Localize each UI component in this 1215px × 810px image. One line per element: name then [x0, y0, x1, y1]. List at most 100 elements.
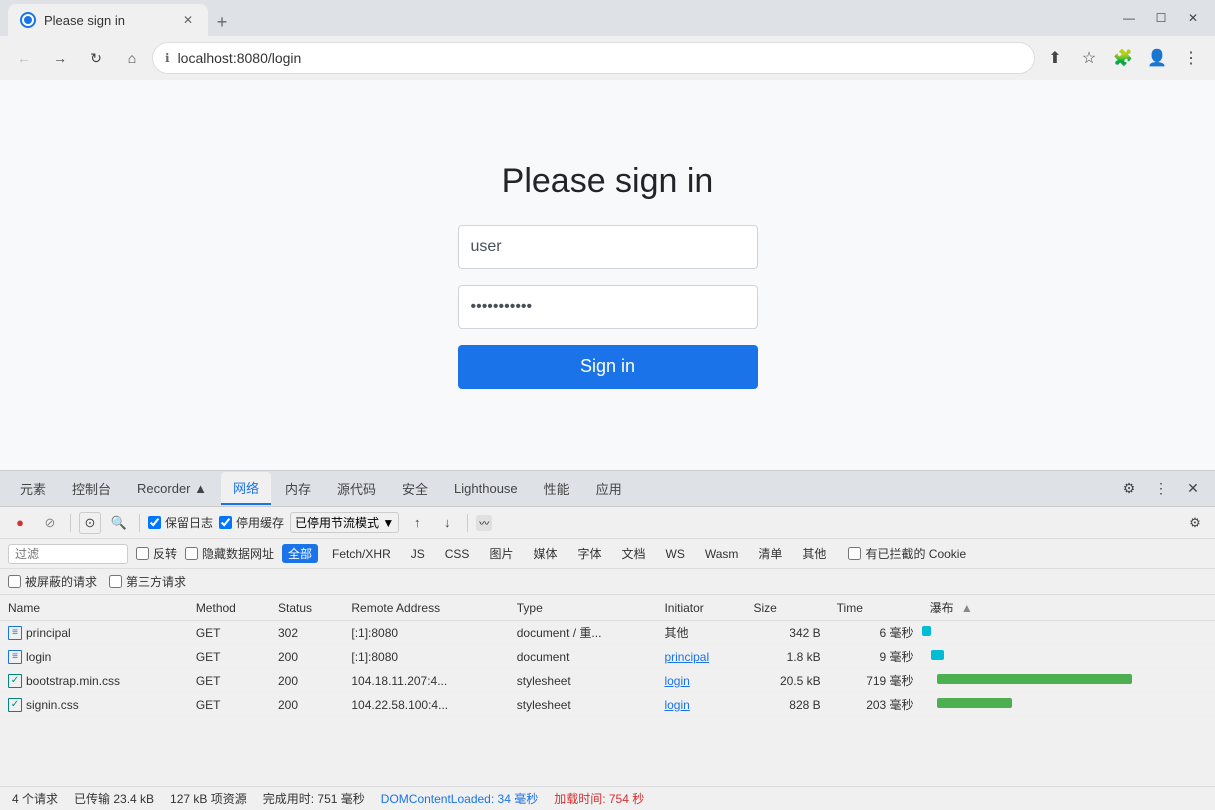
table-row[interactable]: ≡ login GET 200 [:1]:8080 document princ…	[0, 645, 1215, 669]
record-button[interactable]: ●	[8, 511, 32, 535]
tab-lighthouse[interactable]: Lighthouse	[442, 475, 530, 502]
active-tab[interactable]: Please sign in ✕	[8, 4, 208, 36]
bookmark-button[interactable]: ☆	[1073, 42, 1105, 74]
home-button[interactable]: ⌂	[116, 42, 148, 74]
reload-button[interactable]: ↻	[80, 42, 112, 74]
cell-initiator: principal	[656, 645, 745, 669]
col-time[interactable]: Time	[829, 595, 922, 621]
minimize-button[interactable]: —	[1115, 4, 1143, 32]
address-text: localhost:8080/login	[178, 50, 302, 66]
col-status[interactable]: Status	[270, 595, 343, 621]
page-content: Please sign in Sign in	[0, 80, 1215, 470]
back-button[interactable]: ←	[8, 42, 40, 74]
file-icon: ✓	[8, 698, 22, 712]
disable-cache-checkbox[interactable]: 停用缓存	[219, 514, 284, 531]
filter-doc-chip[interactable]: 文档	[615, 544, 651, 563]
close-button[interactable]: ✕	[1179, 4, 1207, 32]
upload-button[interactable]: ↑	[405, 511, 429, 535]
cell-name: ✓ bootstrap.min.css	[0, 669, 188, 693]
search-button[interactable]: 🔍	[107, 511, 131, 535]
filter-font-chip[interactable]: 字体	[571, 544, 607, 563]
devtools-more-button[interactable]: ⋮	[1147, 475, 1175, 503]
wifi-icon[interactable]: 〰	[476, 515, 492, 531]
network-settings-button[interactable]: ⚙	[1183, 511, 1207, 535]
filter-img-chip[interactable]: 图片	[483, 544, 519, 563]
initiator-link[interactable]: login	[664, 698, 689, 712]
col-type[interactable]: Type	[509, 595, 657, 621]
initiator-link[interactable]: login	[664, 674, 689, 688]
address-bar[interactable]: ℹ localhost:8080/login	[152, 42, 1035, 74]
blocked-cookies-checkbox[interactable]: 有已拦截的 Cookie	[848, 545, 966, 562]
tab-security[interactable]: 安全	[390, 473, 440, 504]
profile-button[interactable]: 👤	[1141, 42, 1173, 74]
page-title: Please sign in	[502, 162, 714, 201]
table-row[interactable]: ✓ signin.css GET 200 104.22.58.100:4... …	[0, 693, 1215, 717]
tab-recorder[interactable]: Recorder ▲	[125, 475, 219, 502]
cell-status: 200	[270, 669, 343, 693]
requests-count: 4 个请求	[12, 790, 58, 807]
col-initiator[interactable]: Initiator	[656, 595, 745, 621]
preserve-log-checkbox[interactable]: 保留日志	[148, 514, 213, 531]
filter-media-chip[interactable]: 媒体	[527, 544, 563, 563]
blocked-requests-checkbox[interactable]: 被屏蔽的请求	[8, 573, 97, 590]
finish-time: 完成用时: 751 毫秒	[263, 790, 365, 807]
browser-titlebar: Please sign in ✕ + — ☐ ✕	[0, 0, 1215, 36]
third-party-checkbox[interactable]: 第三方请求	[109, 573, 186, 590]
tab-elements[interactable]: 元素	[8, 473, 58, 504]
tab-application[interactable]: 应用	[584, 473, 634, 504]
filter-wasm-chip[interactable]: Wasm	[699, 546, 745, 562]
password-input[interactable]	[458, 285, 758, 329]
new-tab-button[interactable]: +	[208, 8, 236, 36]
tab-sources[interactable]: 源代码	[325, 473, 388, 504]
stop-button[interactable]: ⊘	[38, 511, 62, 535]
devtools-close-button[interactable]: ✕	[1179, 475, 1207, 503]
tab-memory[interactable]: 内存	[273, 473, 323, 504]
tab-console[interactable]: 控制台	[60, 473, 123, 504]
filter-all-chip[interactable]: 全部	[282, 544, 318, 563]
filter-manifest-chip[interactable]: 清单	[752, 544, 788, 563]
devtools-settings-button[interactable]: ⚙	[1115, 475, 1143, 503]
filter-toggle-button[interactable]: ⊙	[79, 512, 101, 534]
sign-in-button[interactable]: Sign in	[458, 345, 758, 389]
username-input[interactable]	[458, 225, 758, 269]
col-remote[interactable]: Remote Address	[343, 595, 508, 621]
cell-name: ≡ principal	[0, 621, 188, 645]
filter-xhr-chip[interactable]: Fetch/XHR	[326, 546, 397, 562]
cell-type: stylesheet	[509, 693, 657, 717]
extensions-button[interactable]: 🧩	[1107, 42, 1139, 74]
download-button[interactable]: ↓	[435, 511, 459, 535]
browser-toolbar: ← → ↻ ⌂ ℹ localhost:8080/login ⬆ ☆ 🧩 👤 ⋮	[0, 36, 1215, 80]
table-row[interactable]: ✓ bootstrap.min.css GET 200 104.18.11.20…	[0, 669, 1215, 693]
cell-method: GET	[188, 645, 270, 669]
cell-size: 20.5 kB	[745, 669, 828, 693]
maximize-button[interactable]: ☐	[1147, 4, 1175, 32]
hide-data-urls-checkbox[interactable]: 隐藏数据网址	[185, 545, 274, 562]
initiator-text: 其他	[664, 626, 688, 640]
cell-method: GET	[188, 693, 270, 717]
cell-size: 342 B	[745, 621, 828, 645]
cell-remote: 104.22.58.100:4...	[343, 693, 508, 717]
initiator-link[interactable]: principal	[664, 650, 709, 664]
invert-checkbox[interactable]: 反转	[136, 545, 177, 562]
col-waterfall[interactable]: 瀑布 ▲	[922, 595, 1215, 621]
toolbar-actions: ⬆ ☆ 🧩 👤 ⋮	[1039, 42, 1207, 74]
filter-css-chip[interactable]: CSS	[439, 546, 476, 562]
tab-close-button[interactable]: ✕	[180, 12, 196, 28]
tab-network[interactable]: 网络	[221, 472, 271, 505]
network-table: Name Method Status Remote Address Type I…	[0, 595, 1215, 786]
table-row[interactable]: ≡ principal GET 302 [:1]:8080 document /…	[0, 621, 1215, 645]
filter-input[interactable]	[8, 544, 128, 564]
cell-waterfall	[922, 621, 1215, 645]
forward-button[interactable]: →	[44, 42, 76, 74]
share-button[interactable]: ⬆	[1039, 42, 1071, 74]
filter-js-chip[interactable]: JS	[405, 546, 431, 562]
col-name[interactable]: Name	[0, 595, 188, 621]
menu-button[interactable]: ⋮	[1175, 42, 1207, 74]
throttle-select[interactable]: 已停用节流模式 ▼	[290, 512, 399, 533]
filter-ws-chip[interactable]: WS	[660, 546, 691, 562]
col-size[interactable]: Size	[745, 595, 828, 621]
tab-performance[interactable]: 性能	[532, 473, 582, 504]
cell-name: ≡ login	[0, 645, 188, 669]
col-method[interactable]: Method	[188, 595, 270, 621]
filter-other-chip[interactable]: 其他	[796, 544, 832, 563]
